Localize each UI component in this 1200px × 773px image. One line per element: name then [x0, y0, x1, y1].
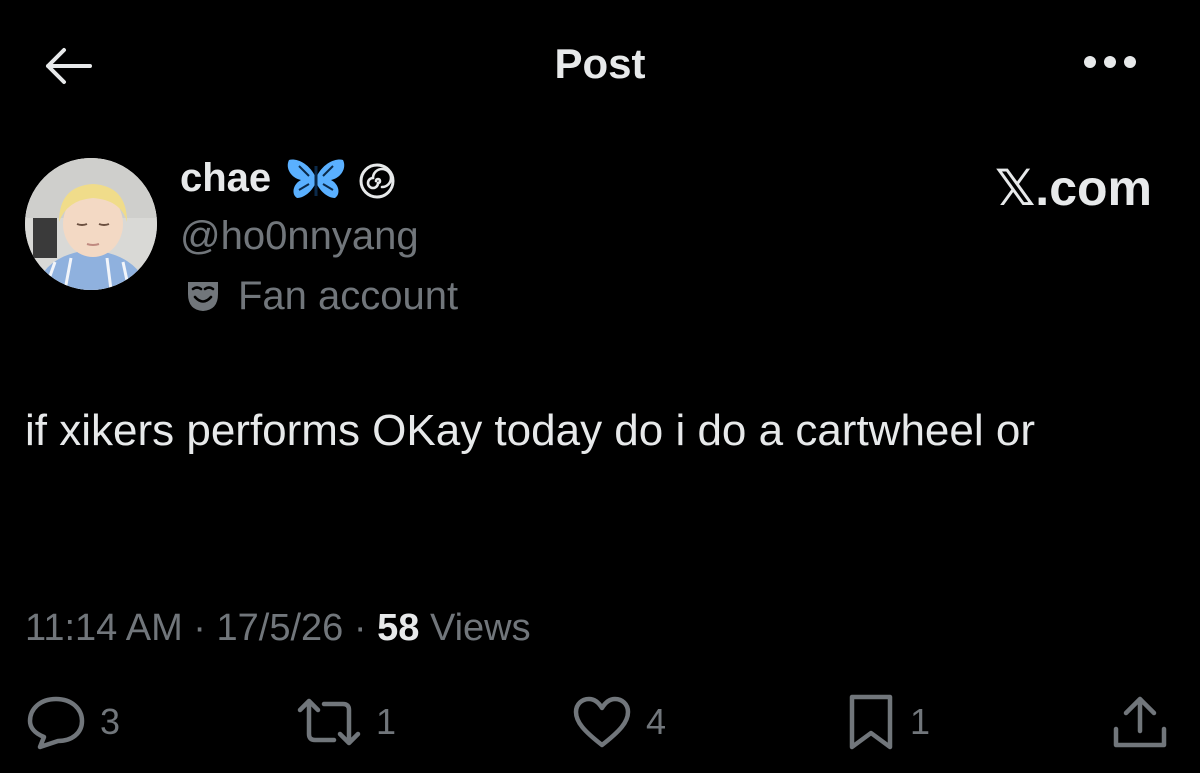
page-title: Post	[554, 40, 646, 87]
like-count: 4	[646, 701, 667, 742]
repost-icon	[297, 698, 361, 746]
mask-icon	[188, 282, 218, 311]
like-button[interactable]: 4	[572, 690, 666, 754]
share-button[interactable]	[1110, 690, 1170, 754]
account-type-label: Fan account	[238, 274, 459, 318]
avatar[interactable]	[25, 158, 157, 290]
reply-count: 3	[100, 701, 121, 742]
meta-separator: ·	[353, 607, 367, 649]
repost-count: 1	[376, 701, 397, 742]
post-date: 17/5/26	[216, 607, 344, 649]
bookmark-count: 1	[910, 701, 931, 742]
repost-button[interactable]: 1	[296, 690, 396, 754]
reply-icon	[27, 696, 85, 750]
meta-separator: ·	[193, 607, 206, 649]
display-name[interactable]: chae	[180, 152, 271, 204]
bookmark-button[interactable]: 1	[846, 690, 930, 754]
views-label: Views	[429, 607, 531, 649]
avatar-photo	[25, 158, 157, 290]
butterfly-icon	[287, 159, 345, 198]
heart-icon	[573, 696, 631, 748]
reply-button[interactable]: 3	[26, 690, 120, 754]
spiral-icon	[359, 163, 395, 199]
more-options-button[interactable]	[1080, 40, 1140, 84]
site-logo: 𝕏.com	[995, 160, 1152, 216]
more-icon	[1084, 56, 1136, 68]
share-icon	[1113, 696, 1167, 748]
bookmark-icon	[849, 694, 893, 750]
post-meta: 11:14 AM · 17/5/26 · 58 Views	[25, 602, 531, 654]
views-count: 58	[377, 607, 420, 649]
post-text: if xikers performs OKay today do i do a …	[25, 406, 1035, 455]
user-handle[interactable]: @ho0nnyang	[180, 210, 419, 262]
post-time: 11:14 AM	[25, 607, 183, 649]
